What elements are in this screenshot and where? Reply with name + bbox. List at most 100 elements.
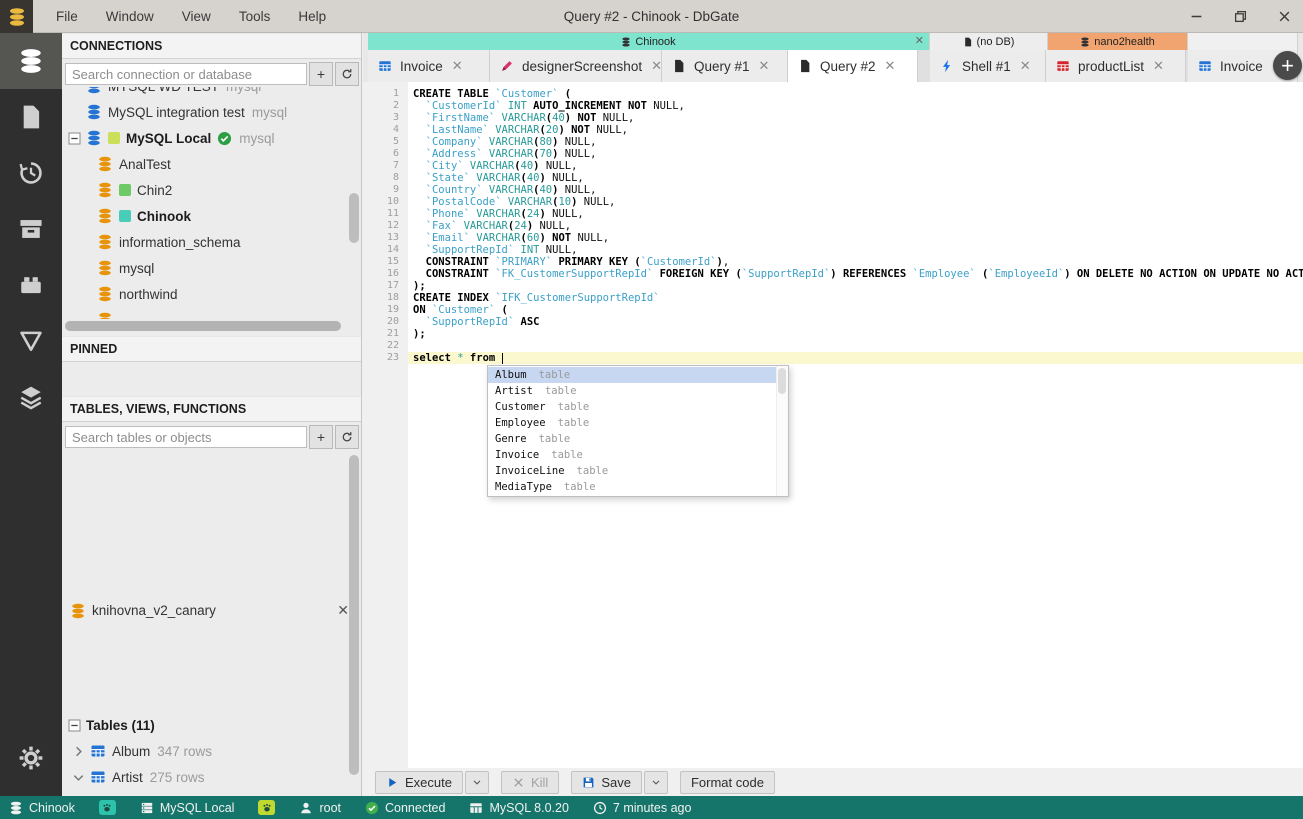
rail-history-icon[interactable]	[0, 145, 62, 201]
execute-dropdown-button[interactable]	[464, 770, 489, 794]
tables-vertical-scrollbar[interactable]	[349, 455, 359, 775]
autocomplete-item-employee[interactable]: Employee table	[488, 415, 788, 431]
tab-productlist[interactable]: productList ✕	[1046, 50, 1186, 82]
chevron-right-icon[interactable]	[71, 744, 86, 759]
tree-row-mysql-wd-test[interactable]: MYSQL WD TEST mysql	[62, 87, 349, 99]
menu-help[interactable]: Help	[286, 6, 338, 27]
tab-designerscreenshot[interactable]: designerScreenshot ✕	[490, 50, 662, 82]
tree-row-artist[interactable]: Artist 275 rows	[62, 764, 349, 790]
tab-invoice[interactable]: Invoice ✕	[368, 50, 490, 82]
rail-settings-icon[interactable]	[0, 730, 62, 786]
connections-vertical-scrollbar[interactable]	[349, 193, 359, 243]
status-color-chip[interactable]	[98, 800, 116, 815]
kill-button[interactable]: Kill	[500, 770, 560, 794]
minimize-icon	[1191, 15, 1201, 18]
autocomplete-item-mediatype[interactable]: MediaType table	[488, 479, 788, 495]
autocomplete-kind: table	[551, 449, 583, 461]
tree-row-chin2[interactable]: Chin2	[62, 177, 349, 203]
status-7-minutes-ago[interactable]: 7 minutes ago	[593, 801, 691, 815]
tree-row-mysql-integration-test[interactable]: MySQL integration test mysql	[62, 99, 349, 125]
tree-row-mysql[interactable]: mysql	[62, 255, 349, 281]
rail-plugins-icon[interactable]	[0, 257, 62, 313]
history-icon	[18, 160, 44, 186]
autocomplete-scrollbar[interactable]	[776, 366, 788, 496]
close-tab-icon[interactable]: ✕	[885, 58, 896, 74]
refresh-tables-button[interactable]	[335, 425, 359, 449]
database-orange-icon	[97, 312, 113, 319]
close-tab-icon[interactable]: ✕	[759, 58, 770, 74]
tree-item-label: Chin2	[137, 182, 173, 198]
tab-group-nano2health[interactable]: nano2health	[1048, 33, 1188, 50]
tree-row-northwind[interactable]: northwind	[62, 281, 349, 307]
connections-search-input[interactable]	[65, 63, 307, 85]
tab-query-2[interactable]: Query #2 ✕	[788, 50, 918, 82]
app-logo	[0, 0, 33, 33]
close-group-icon[interactable]: ✕	[915, 34, 924, 47]
refresh-icon	[342, 69, 352, 79]
collapse-box-icon[interactable]	[67, 718, 82, 733]
save-dropdown-button[interactable]	[643, 770, 668, 794]
gutter-line-number: 10	[386, 196, 399, 207]
tree-row-knihovna-v2-canary[interactable]: knihovna_v2_canary ✕	[62, 596, 361, 625]
format-code-button[interactable]: Format code	[679, 770, 775, 794]
restore-button[interactable]	[1231, 8, 1249, 26]
status-connected[interactable]: Connected	[365, 801, 445, 815]
tab-group-chinook[interactable]: Chinook ✕	[368, 33, 930, 50]
tables-search-input[interactable]	[65, 426, 307, 448]
tree-row-chinook[interactable]: Chinook	[62, 203, 349, 229]
status-chinook[interactable]: Chinook	[9, 801, 75, 815]
menu-file[interactable]: File	[44, 6, 90, 27]
menu-view[interactable]: View	[170, 6, 223, 27]
toolbar-button-label: Execute	[405, 774, 452, 790]
tree-row-tables-11-[interactable]: Tables (11)	[62, 712, 349, 738]
status-mysql-8-0-20[interactable]: MySQL 8.0.20	[469, 801, 569, 815]
status-color-chip[interactable]	[258, 800, 276, 815]
autocomplete-item-customer[interactable]: Customer table	[488, 399, 788, 415]
new-tab-button[interactable]: +	[1273, 51, 1302, 80]
close-tab-icon[interactable]: ✕	[452, 58, 463, 74]
autocomplete-name: Artist	[495, 385, 533, 397]
tree-row-analtest[interactable]: AnalTest	[62, 151, 349, 177]
close-button[interactable]	[1275, 8, 1293, 26]
tree-row-partial[interactable]	[62, 307, 349, 319]
chevron-down-icon[interactable]	[71, 770, 86, 785]
connections-horizontal-scrollbar[interactable]	[65, 321, 341, 331]
menu-tools[interactable]: Tools	[227, 6, 283, 27]
status-root[interactable]: root	[299, 801, 341, 815]
close-tab-icon[interactable]: ✕	[651, 58, 661, 74]
tab-shell-1[interactable]: Shell #1 ✕	[930, 50, 1046, 82]
tab-label: Invoice	[1220, 58, 1263, 74]
tab-query-1[interactable]: Query #1 ✕	[662, 50, 788, 82]
tree-row-album[interactable]: Album 347 rows	[62, 738, 349, 764]
tree-row-information-schema[interactable]: information_schema	[62, 229, 349, 255]
autocomplete-item-genre[interactable]: Genre table	[488, 431, 788, 447]
status-mysql-local[interactable]: MySQL Local	[140, 801, 234, 815]
autocomplete-item-invoiceline[interactable]: InvoiceLine table	[488, 463, 788, 479]
rail-database-icon[interactable]	[0, 33, 62, 89]
autocomplete-item-invoice[interactable]: Invoice table	[488, 447, 788, 463]
pinned-header: PINNED	[62, 336, 361, 362]
tree-item-secondary: mysql	[239, 130, 275, 146]
close-tab-icon[interactable]: ✕	[1020, 58, 1031, 74]
tab-group--no-db-[interactable]: (no DB)	[930, 33, 1048, 50]
rail-files-icon[interactable]	[0, 89, 62, 145]
tree-row-mysql-local[interactable]: MySQL Local mysql	[62, 125, 349, 151]
execute-button[interactable]: Execute	[375, 770, 463, 794]
minimize-button[interactable]	[1187, 8, 1205, 26]
unpin-close-icon[interactable]: ✕	[337, 602, 349, 619]
tables-search-row: +	[62, 423, 361, 451]
save-button[interactable]: Save	[571, 770, 642, 794]
collapse-box-icon[interactable]	[67, 131, 82, 146]
add-connection-button[interactable]: +	[309, 62, 333, 86]
rail-archive-icon[interactable]	[0, 201, 62, 257]
refresh-connections-button[interactable]	[335, 62, 359, 86]
autocomplete-item-album[interactable]: Album table	[488, 367, 788, 383]
add-table-button[interactable]: +	[309, 425, 333, 449]
autocomplete-item-artist[interactable]: Artist table	[488, 383, 788, 399]
rail-layers-icon[interactable]	[0, 369, 62, 425]
close-tab-icon[interactable]: ✕	[1153, 58, 1164, 74]
database-dark-icon	[1080, 37, 1090, 47]
sql-editor[interactable]: 1 2 3 4 5 6 7 8 9 10 11 12 13 14 15 16 17 18 19 20 21 22 23 CR…	[363, 82, 1303, 768]
menu-window[interactable]: Window	[94, 6, 166, 27]
rail-filter-icon[interactable]	[0, 313, 62, 369]
